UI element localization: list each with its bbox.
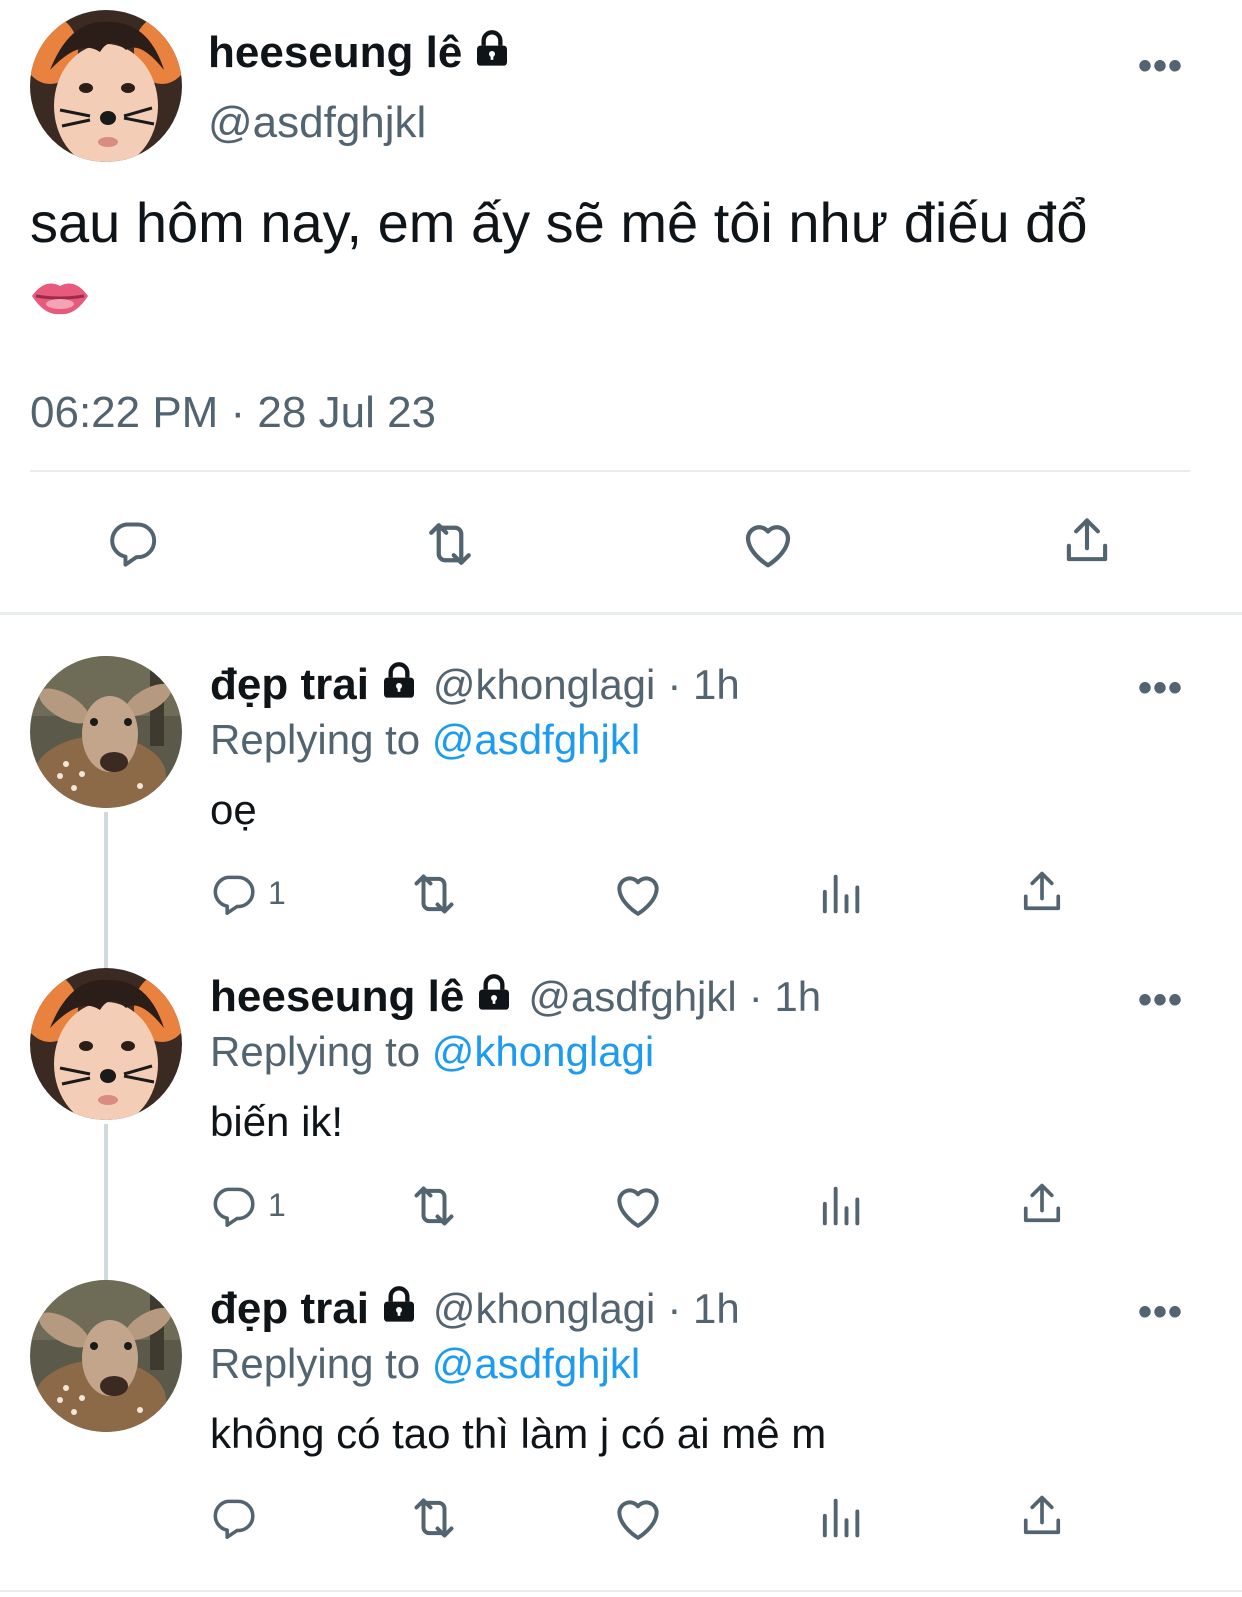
reply-author-handle[interactable]: @khonglagi: [433, 1285, 655, 1332]
reply-author-handle[interactable]: @asdfghjkl: [528, 973, 736, 1020]
reply-author-handle[interactable]: @khonglagi: [433, 661, 655, 708]
like-icon: [610, 1178, 666, 1234]
lock-icon: [472, 29, 512, 69]
replying-to: Replying to @khonglagi: [210, 1028, 654, 1076]
more-icon[interactable]: •••: [1138, 980, 1183, 1020]
views-button[interactable]: [814, 868, 866, 920]
more-icon[interactable]: •••: [1138, 1292, 1183, 1332]
more-icon[interactable]: •••: [1138, 668, 1183, 708]
views-icon: [814, 1180, 866, 1232]
reply-icon: [208, 1180, 258, 1230]
reply-button[interactable]: [104, 514, 160, 570]
reply-avatar[interactable]: [30, 1280, 182, 1432]
replying-prefix: Replying to: [210, 1340, 421, 1387]
author-name-row[interactable]: heeseung lê: [208, 28, 512, 78]
reply-time[interactable]: · 1h: [667, 1285, 739, 1332]
share-button[interactable]: [1058, 512, 1116, 570]
replying-prefix: Replying to: [210, 716, 421, 763]
reply-author-name[interactable]: heeseung lê: [210, 972, 464, 1021]
reply-icon: [208, 868, 258, 918]
share-button[interactable]: [1016, 1490, 1068, 1542]
divider: [0, 612, 1242, 615]
replying-to: Replying to @asdfghjkl: [210, 716, 640, 764]
like-icon: [610, 866, 666, 922]
reply-avatar[interactable]: [30, 968, 182, 1120]
reply-text: oẹ: [210, 786, 257, 833]
views-button[interactable]: [814, 1180, 866, 1232]
like-button[interactable]: [610, 1490, 666, 1546]
lips-emoji: [30, 272, 90, 330]
lock-icon: [379, 1285, 419, 1325]
reply-button[interactable]: [208, 1492, 268, 1542]
replying-mention[interactable]: @asdfghjkl: [432, 716, 640, 763]
like-button[interactable]: [610, 866, 666, 922]
reply-author-name[interactable]: đẹp trai: [210, 660, 369, 709]
replying-to: Replying to @asdfghjkl: [210, 1340, 640, 1388]
retweet-icon: [406, 1490, 462, 1546]
reply-count: 1: [268, 1186, 286, 1223]
reply-header: đẹp trai @khonglagi · 1h: [210, 660, 740, 710]
reply-icon: [104, 514, 160, 570]
replying-mention[interactable]: @khonglagi: [432, 1028, 654, 1075]
like-button[interactable]: [610, 1178, 666, 1234]
reply-text: không có tao thì làm j có ai mê m: [210, 1410, 827, 1457]
views-icon: [814, 1492, 866, 1544]
reply-button[interactable]: 1: [208, 1180, 286, 1230]
replying-mention[interactable]: @asdfghjkl: [432, 1340, 640, 1387]
retweet-button[interactable]: [406, 1490, 462, 1546]
retweet-icon: [406, 866, 462, 922]
share-icon: [1016, 1178, 1068, 1230]
reply-icon: [208, 1492, 258, 1542]
retweet-button[interactable]: [420, 514, 480, 574]
lock-icon: [379, 661, 419, 701]
reply-button[interactable]: 1: [208, 868, 286, 918]
tweet-text: sau hôm nay, em ấy sẽ mê tôi như điếu đổ: [30, 191, 1088, 254]
author-name[interactable]: heeseung lê: [208, 28, 462, 77]
replying-prefix: Replying to: [210, 1028, 421, 1075]
reply-time[interactable]: · 1h: [667, 661, 739, 708]
divider: [0, 1590, 1242, 1592]
tweet-timestamp[interactable]: 06:22 PM · 28 Jul 23: [30, 388, 436, 438]
lock-icon: [474, 973, 514, 1013]
retweet-button[interactable]: [406, 866, 462, 922]
share-icon: [1016, 1490, 1068, 1542]
reply-text: biến ik!: [210, 1098, 344, 1145]
retweet-icon: [406, 1178, 462, 1234]
reply-header: heeseung lê @asdfghjkl · 1h: [210, 972, 821, 1022]
share-button[interactable]: [1016, 1178, 1068, 1230]
views-icon: [814, 868, 866, 920]
like-icon: [610, 1490, 666, 1546]
share-icon: [1016, 866, 1068, 918]
divider: [30, 470, 1190, 472]
lips-icon: [32, 283, 88, 315]
reply-header: đẹp trai @khonglagi · 1h: [210, 1284, 740, 1334]
views-button[interactable]: [814, 1492, 866, 1544]
share-button[interactable]: [1016, 866, 1068, 918]
reply-count: 1: [268, 874, 286, 911]
share-icon: [1058, 512, 1116, 570]
reply-time[interactable]: · 1h: [749, 973, 821, 1020]
author-avatar[interactable]: [30, 10, 182, 162]
author-handle[interactable]: @asdfghjkl: [208, 98, 426, 148]
thread-line: [104, 812, 108, 970]
like-icon: [738, 514, 798, 574]
retweet-icon: [420, 514, 480, 574]
reply-author-name[interactable]: đẹp trai: [210, 1284, 369, 1333]
reply-avatar[interactable]: [30, 656, 182, 808]
like-button[interactable]: [738, 514, 798, 574]
thread-line: [104, 1124, 108, 1282]
more-icon[interactable]: •••: [1138, 46, 1183, 86]
retweet-button[interactable]: [406, 1178, 462, 1234]
